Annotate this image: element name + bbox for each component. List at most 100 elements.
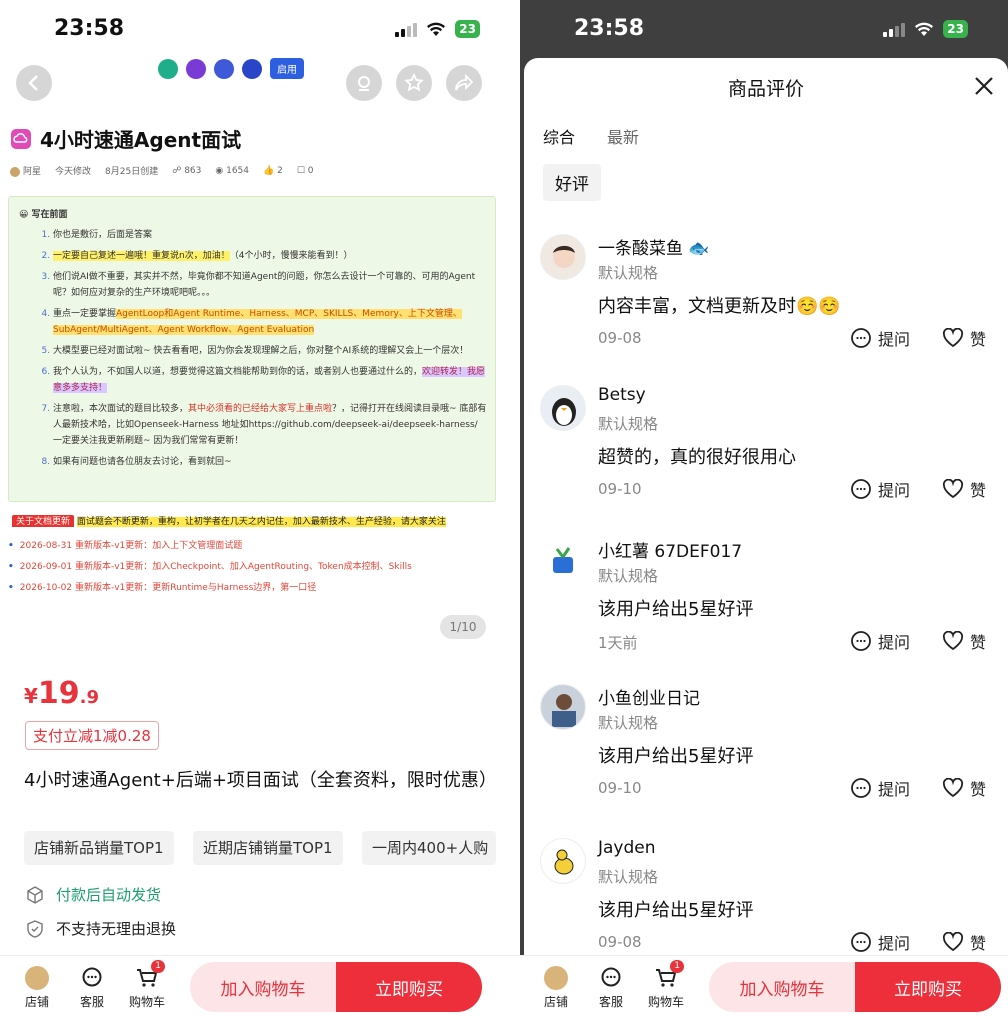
- status-time: 23:58: [574, 16, 645, 41]
- wifi-icon: [915, 22, 934, 36]
- chat-icon: [851, 778, 871, 798]
- comments-count: ☐ 0: [296, 165, 314, 176]
- buy-now-button[interactable]: 立即购买: [855, 962, 1001, 1012]
- store-tab[interactable]: 店铺: [536, 966, 576, 1010]
- list-item-text: （4个小时，慢慢来能看到！）: [229, 251, 353, 261]
- product-title: 4小时速通Agent+后端+项目面试（全套资料，限时优惠）: [24, 770, 497, 791]
- created-text: 8月25日创建: [105, 167, 159, 177]
- doc-title: 4小时速通Agent面试: [10, 124, 241, 153]
- reviewer-name: Betsy: [598, 385, 646, 405]
- cart-tab[interactable]: 1 购物车: [127, 960, 167, 1010]
- share-button[interactable]: [446, 65, 482, 101]
- author-name: 阿星: [23, 167, 42, 177]
- avatar: [242, 58, 262, 79]
- list-item-text: 注意啦，本次面试的题目比较多，: [53, 404, 189, 414]
- review-date: 09-08: [598, 933, 642, 951]
- service-label: 客服: [79, 995, 104, 1009]
- reads-value: 1654: [226, 165, 250, 176]
- review-date: 1天前: [598, 634, 638, 652]
- cloud-doc-icon: [11, 128, 31, 149]
- list-item: 大模型要已经对面试啦~ 快去看看吧，因为你会发现理解之后，你对整个AI系统的理解…: [53, 343, 487, 359]
- ask-button[interactable]: 提问: [850, 477, 910, 501]
- trial-button[interactable]: 启用: [270, 58, 304, 79]
- status-icons: 23: [395, 20, 480, 38]
- list-item: 我个人认为，不如国人以道，想要觉得这篇文档能帮助到你的话，或者别人也要通过什么的…: [53, 364, 487, 396]
- auto-delivery-text: 付款后自动发货: [56, 886, 162, 904]
- avatar: [158, 58, 178, 79]
- views-count: ☍ 863: [172, 165, 202, 176]
- review-item: 小鱼创业日记 默认规格 该用户给出5星好评 09-10 提问 赞: [524, 684, 1008, 824]
- rank-tag[interactable]: 近期店铺销量TOP1: [193, 831, 343, 865]
- back-button[interactable]: [16, 65, 52, 101]
- reviewer-name: 小红薯 67DEF017: [598, 542, 743, 562]
- service-button[interactable]: [346, 65, 382, 101]
- favorite-button[interactable]: [396, 65, 432, 101]
- ask-button[interactable]: 提问: [850, 326, 910, 350]
- status-time: 23:58: [54, 16, 125, 41]
- views-value: 863: [184, 165, 202, 176]
- close-icon[interactable]: [972, 74, 996, 98]
- like-button[interactable]: 赞: [942, 629, 986, 653]
- review-item: 小红薯 67DEF017 默认规格 该用户给出5星好评 1天前 提问 赞: [524, 537, 1008, 677]
- store-label: 店铺: [543, 995, 568, 1009]
- like-button[interactable]: 赞: [942, 326, 986, 350]
- rank-tag[interactable]: 店铺新品销量TOP1: [24, 831, 174, 865]
- wifi-icon: [427, 22, 446, 36]
- reviewer-name: Jayden: [598, 838, 656, 858]
- status-icons: 23: [883, 20, 968, 38]
- ask-button[interactable]: 提问: [850, 776, 910, 800]
- service-label: 客服: [598, 995, 623, 1009]
- ask-label: 提问: [878, 633, 911, 652]
- list-item: 一定要自己复述一遍哦！重复说n次，加油！（4个小时，慢慢来能看到！）: [53, 248, 487, 264]
- list-item: 如果有问题也请各位朋友去讨论，看到就回~: [53, 454, 487, 470]
- coupon-badge[interactable]: 支付立减1减0.28: [25, 721, 159, 750]
- collaborator-avatars: 启用: [158, 58, 304, 79]
- like-button[interactable]: 赞: [942, 776, 986, 800]
- review-spec: 默认规格: [598, 714, 659, 732]
- intro-heading-text: 写在前面: [31, 210, 68, 220]
- ask-label: 提问: [878, 330, 911, 349]
- ask-button[interactable]: 提问: [850, 930, 910, 954]
- store-tab[interactable]: 店铺: [17, 966, 57, 1010]
- like-button[interactable]: 赞: [942, 930, 986, 954]
- like-label: 赞: [970, 780, 987, 799]
- chevron-left-icon: [28, 75, 38, 91]
- cart-tab[interactable]: 1 购物车: [646, 960, 686, 1010]
- add-to-cart-button[interactable]: 加入购物车: [190, 962, 336, 1012]
- change-text: 重新版本-v1更新：加入上下文管理面试题: [74, 541, 243, 551]
- list-item: 重点一定要掌握AgentLoop和Agent Runtime、Harness、M…: [53, 306, 487, 338]
- image-pager: 1/10: [440, 615, 486, 639]
- review-spec: 默认规格: [598, 415, 659, 433]
- review-item: 一条酸菜鱼 🐟 默认规格 内容丰富，文档更新及时☺️☺️ 09-08 提问 赞: [524, 234, 1008, 374]
- tab-latest[interactable]: 最新: [607, 124, 639, 148]
- rank-tag[interactable]: 一周内400+人购: [362, 831, 496, 865]
- add-to-cart-button[interactable]: 加入购物车: [709, 962, 855, 1012]
- review-date: 09-10: [598, 779, 642, 797]
- avatar: [10, 166, 20, 177]
- service-tab[interactable]: 客服: [72, 966, 112, 1010]
- buy-now-button[interactable]: 立即购买: [336, 962, 482, 1012]
- service-tab[interactable]: 客服: [591, 966, 631, 1010]
- list-item: 他们说AI做不重要，其实并不然，毕竟你都不知道Agent的问题，你怎么去设计一个…: [53, 269, 487, 301]
- chat-icon: [599, 966, 623, 990]
- avatar: [540, 537, 586, 583]
- cart-label: 购物车: [128, 995, 165, 1009]
- star-icon: [404, 73, 424, 92]
- review-spec: 默认规格: [598, 868, 659, 886]
- change-date: 2026-10-02: [19, 583, 73, 593]
- chat-icon: [851, 328, 871, 348]
- doc-title-text: 4小时速通Agent面试: [40, 128, 242, 152]
- ask-label: 提问: [878, 481, 911, 500]
- filter-good-chip[interactable]: 好评: [543, 164, 601, 201]
- heart-icon: [942, 778, 964, 798]
- heart-icon: [942, 479, 964, 499]
- like-button[interactable]: 赞: [942, 477, 986, 501]
- tab-overall[interactable]: 综合: [543, 124, 575, 148]
- ask-label: 提问: [878, 934, 911, 953]
- list-item: 你也是敷衍，后面是答案: [53, 227, 487, 243]
- review-text: 该用户给出5星好评: [598, 746, 754, 767]
- cart-icon: 1: [654, 960, 684, 990]
- review-date: 09-10: [598, 480, 642, 498]
- chat-icon: [80, 966, 104, 990]
- ask-button[interactable]: 提问: [850, 629, 910, 653]
